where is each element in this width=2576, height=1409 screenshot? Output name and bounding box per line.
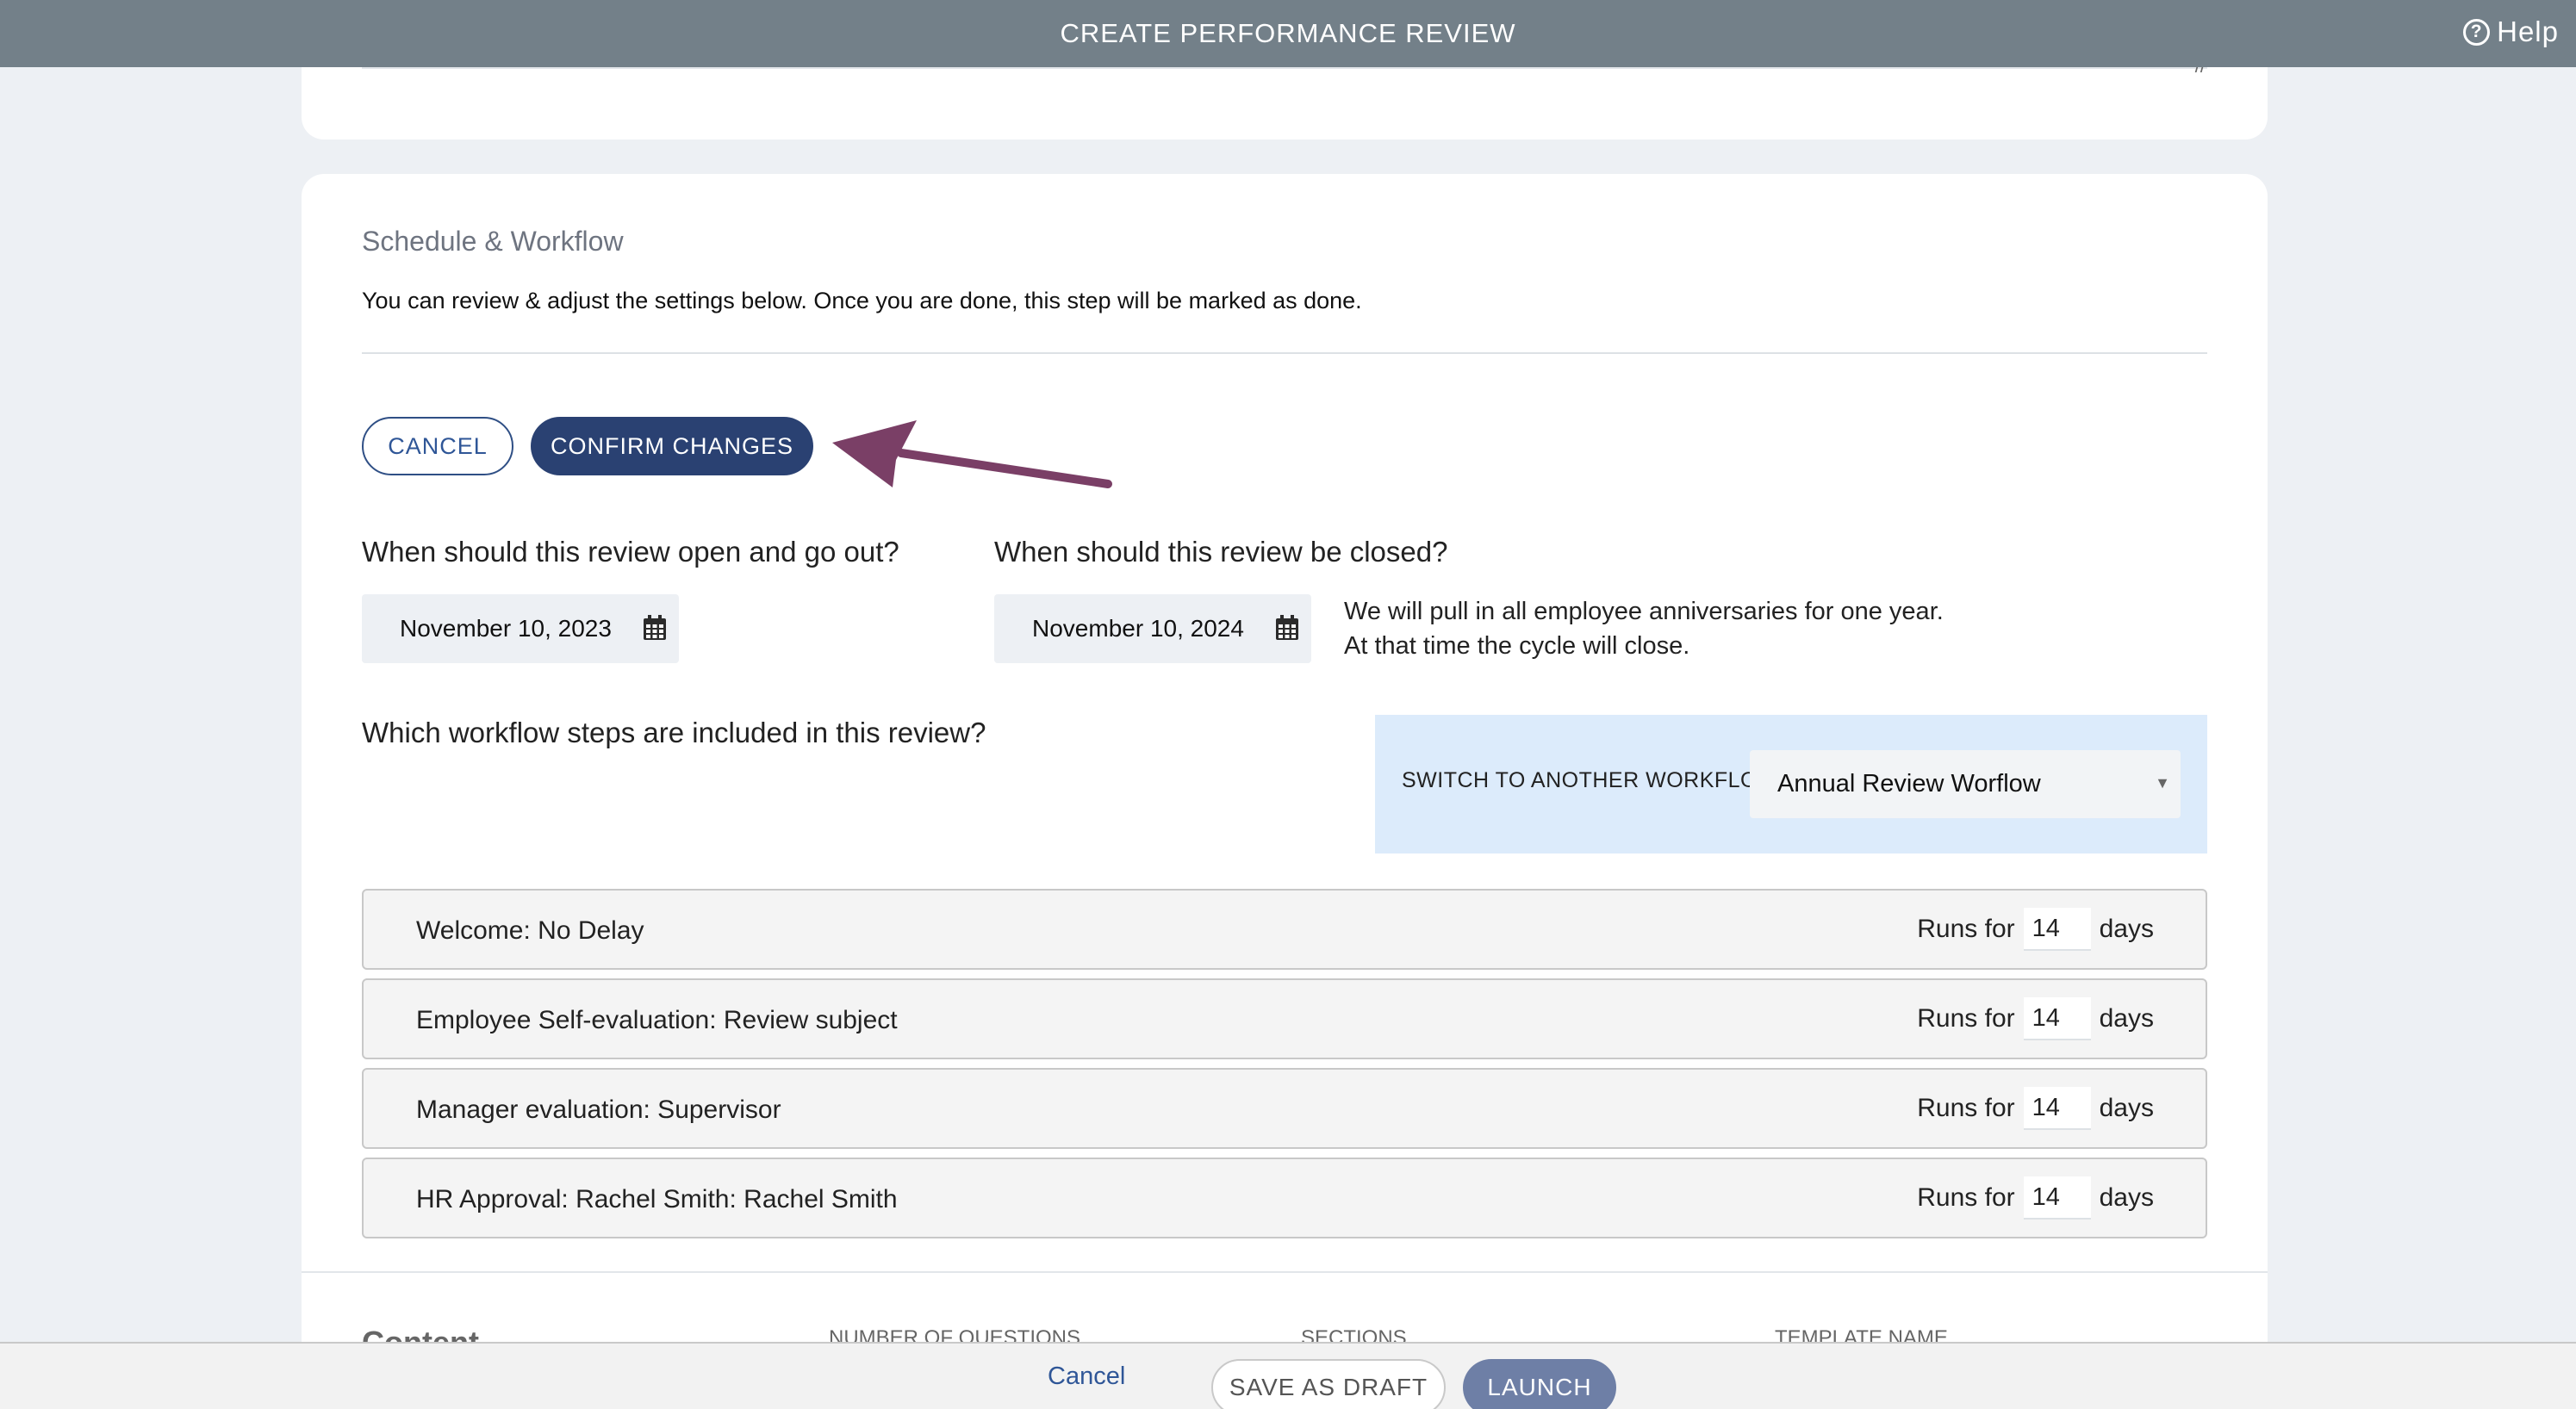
days-label: days [2099, 1004, 2154, 1033]
runs-for-label: Runs for [1917, 1183, 2015, 1212]
help-label: Help [2497, 16, 2559, 47]
step-duration: Runs for 14 days [1917, 997, 2154, 1040]
close-date-field[interactable]: November 10, 2024 [994, 594, 1311, 663]
footer-cancel-link[interactable]: Cancel [1048, 1362, 1125, 1391]
runs-for-label: Runs for [1917, 1094, 2015, 1122]
step-duration: Runs for 14 days [1917, 908, 2154, 951]
divider [362, 352, 2207, 354]
help-link[interactable]: ? Help [2463, 16, 2559, 48]
runs-for-label: Runs for [1917, 915, 2015, 943]
section-title: Schedule & Workflow [362, 226, 624, 257]
workflow-selected-value: Annual Review Worflow [1777, 770, 2041, 798]
launch-button[interactable]: LAUNCH [1463, 1359, 1616, 1409]
calendar-icon[interactable] [643, 615, 667, 641]
note-line-2: At that time the cycle will close. [1344, 632, 1690, 660]
days-label: days [2099, 1094, 2154, 1122]
workflow-question: Which workflow steps are included in thi… [362, 717, 986, 748]
step-duration: Runs for 14 days [1917, 1176, 2154, 1220]
calendar-icon[interactable] [1275, 615, 1299, 641]
days-input[interactable]: 14 [2023, 1087, 2091, 1130]
cancel-button[interactable]: CANCEL [362, 417, 513, 475]
days-input[interactable]: 14 [2023, 997, 2091, 1040]
workflow-step[interactable]: Employee Self-evaluation: Review subject… [362, 978, 2207, 1059]
workflow-step[interactable]: Welcome: No Delay Runs for 14 days [362, 889, 2207, 970]
days-label: days [2099, 915, 2154, 943]
workflow-switch-panel: SWITCH TO ANOTHER WORKFLOW Annual Review… [1375, 715, 2207, 853]
confirm-changes-button[interactable]: CONFIRM CHANGES [531, 417, 813, 475]
question-circle-icon: ? [2463, 18, 2491, 46]
days-input[interactable]: 14 [2023, 908, 2091, 951]
note-line-1: We will pull in all employee anniversari… [1344, 598, 1944, 625]
section-divider [302, 1271, 2268, 1273]
step-name: HR Approval: Rachel Smith: Rachel Smith [416, 1185, 898, 1213]
days-input[interactable]: 14 [2023, 1176, 2091, 1220]
caret-down-icon: ▼ [2155, 774, 2170, 791]
workflow-step[interactable]: Manager evaluation: Supervisor Runs for … [362, 1068, 2207, 1149]
step-name: Employee Self-evaluation: Review subject [416, 1006, 898, 1034]
page-title: CREATE PERFORMANCE REVIEW [1060, 18, 1516, 48]
open-date-field[interactable]: November 10, 2023 [362, 594, 679, 663]
step-name: Manager evaluation: Supervisor [416, 1096, 781, 1124]
workflow-switch-label: SWITCH TO ANOTHER WORKFLOW [1402, 768, 1779, 792]
close-date-value: November 10, 2024 [1032, 615, 1244, 642]
open-date-value: November 10, 2023 [400, 615, 612, 642]
step-duration: Runs for 14 days [1917, 1087, 2154, 1130]
days-label: days [2099, 1183, 2154, 1212]
close-date-note: We will pull in all employee anniversari… [1344, 594, 1944, 663]
step-name: Welcome: No Delay [416, 916, 644, 945]
section-description: You can review & adjust the settings bel… [362, 288, 1362, 313]
save-as-draft-button[interactable]: SAVE AS DRAFT [1211, 1359, 1446, 1409]
annotation-arrow-icon [832, 420, 1112, 488]
top-bar: CREATE PERFORMANCE REVIEW ? Help [0, 0, 2576, 67]
footer-bar: Cancel SAVE AS DRAFT LAUNCH [0, 1342, 2576, 1409]
workflow-select[interactable]: Annual Review Worflow ▼ [1750, 750, 2181, 818]
close-date-question: When should this review be closed? [994, 536, 1448, 568]
open-date-question: When should this review open and go out? [362, 536, 899, 568]
workflow-step[interactable]: HR Approval: Rachel Smith: Rachel Smith … [362, 1158, 2207, 1238]
runs-for-label: Runs for [1917, 1004, 2015, 1033]
